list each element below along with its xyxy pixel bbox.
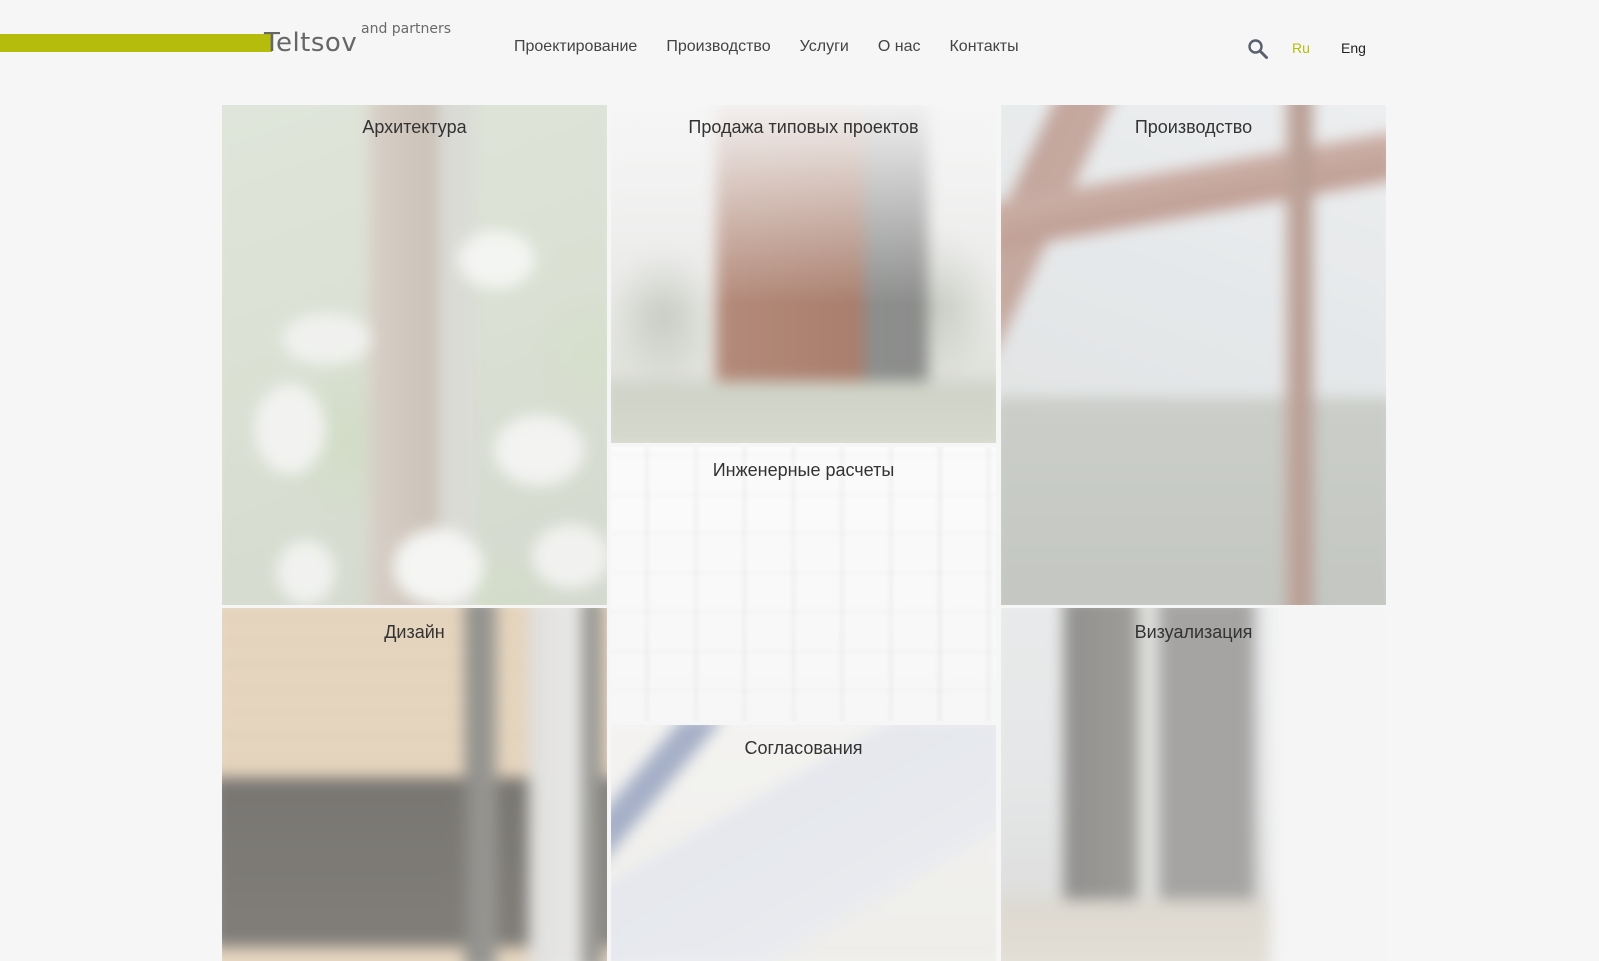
search-icon[interactable]	[1247, 38, 1269, 60]
lang-en-link[interactable]: Eng	[1341, 40, 1366, 56]
page: Teltsov and partners Проектирование Прои…	[0, 0, 1599, 961]
accent-bar	[0, 34, 272, 52]
tile-engineering-title: Инженерные расчеты	[712, 460, 895, 480]
tile-approvals[interactable]: Согласования	[611, 725, 996, 961]
main-nav: Проектирование Производство Услуги О нас…	[514, 38, 1048, 56]
tile-architecture[interactable]: Архитектура	[222, 105, 607, 605]
logo-suffix: and partners	[361, 21, 452, 37]
logo-name: Teltsov	[264, 28, 358, 58]
nav-item-about[interactable]: О нас	[878, 38, 921, 56]
tile-approvals-title: Согласования	[744, 738, 863, 758]
tile-visualization-title: Визуализация	[1134, 622, 1253, 642]
tile-typical-projects-title: Продажа типовых проектов	[688, 117, 919, 137]
nav-item-services[interactable]: Услуги	[800, 38, 849, 56]
tile-engineering-image	[611, 447, 996, 721]
nav-item-design[interactable]: Проектирование	[514, 38, 637, 56]
nav-item-contacts[interactable]: Контакты	[949, 38, 1018, 56]
tile-design-title: Дизайн	[384, 622, 445, 642]
nav-item-production[interactable]: Производство	[666, 38, 770, 56]
tile-engineering[interactable]: Инженерные расчеты	[611, 447, 996, 721]
tile-production-title: Производство	[1134, 117, 1253, 137]
tile-production[interactable]: Производство	[1001, 105, 1386, 605]
tile-visualization[interactable]: Визуализация	[1001, 608, 1386, 961]
search-icon-svg	[1248, 39, 1268, 59]
tile-architecture-title: Архитектура	[362, 117, 467, 137]
tile-typical-projects[interactable]: Продажа типовых проектов	[611, 105, 996, 443]
lang-ru-link[interactable]: Ru	[1292, 40, 1310, 56]
tile-design[interactable]: Дизайн	[222, 608, 607, 961]
